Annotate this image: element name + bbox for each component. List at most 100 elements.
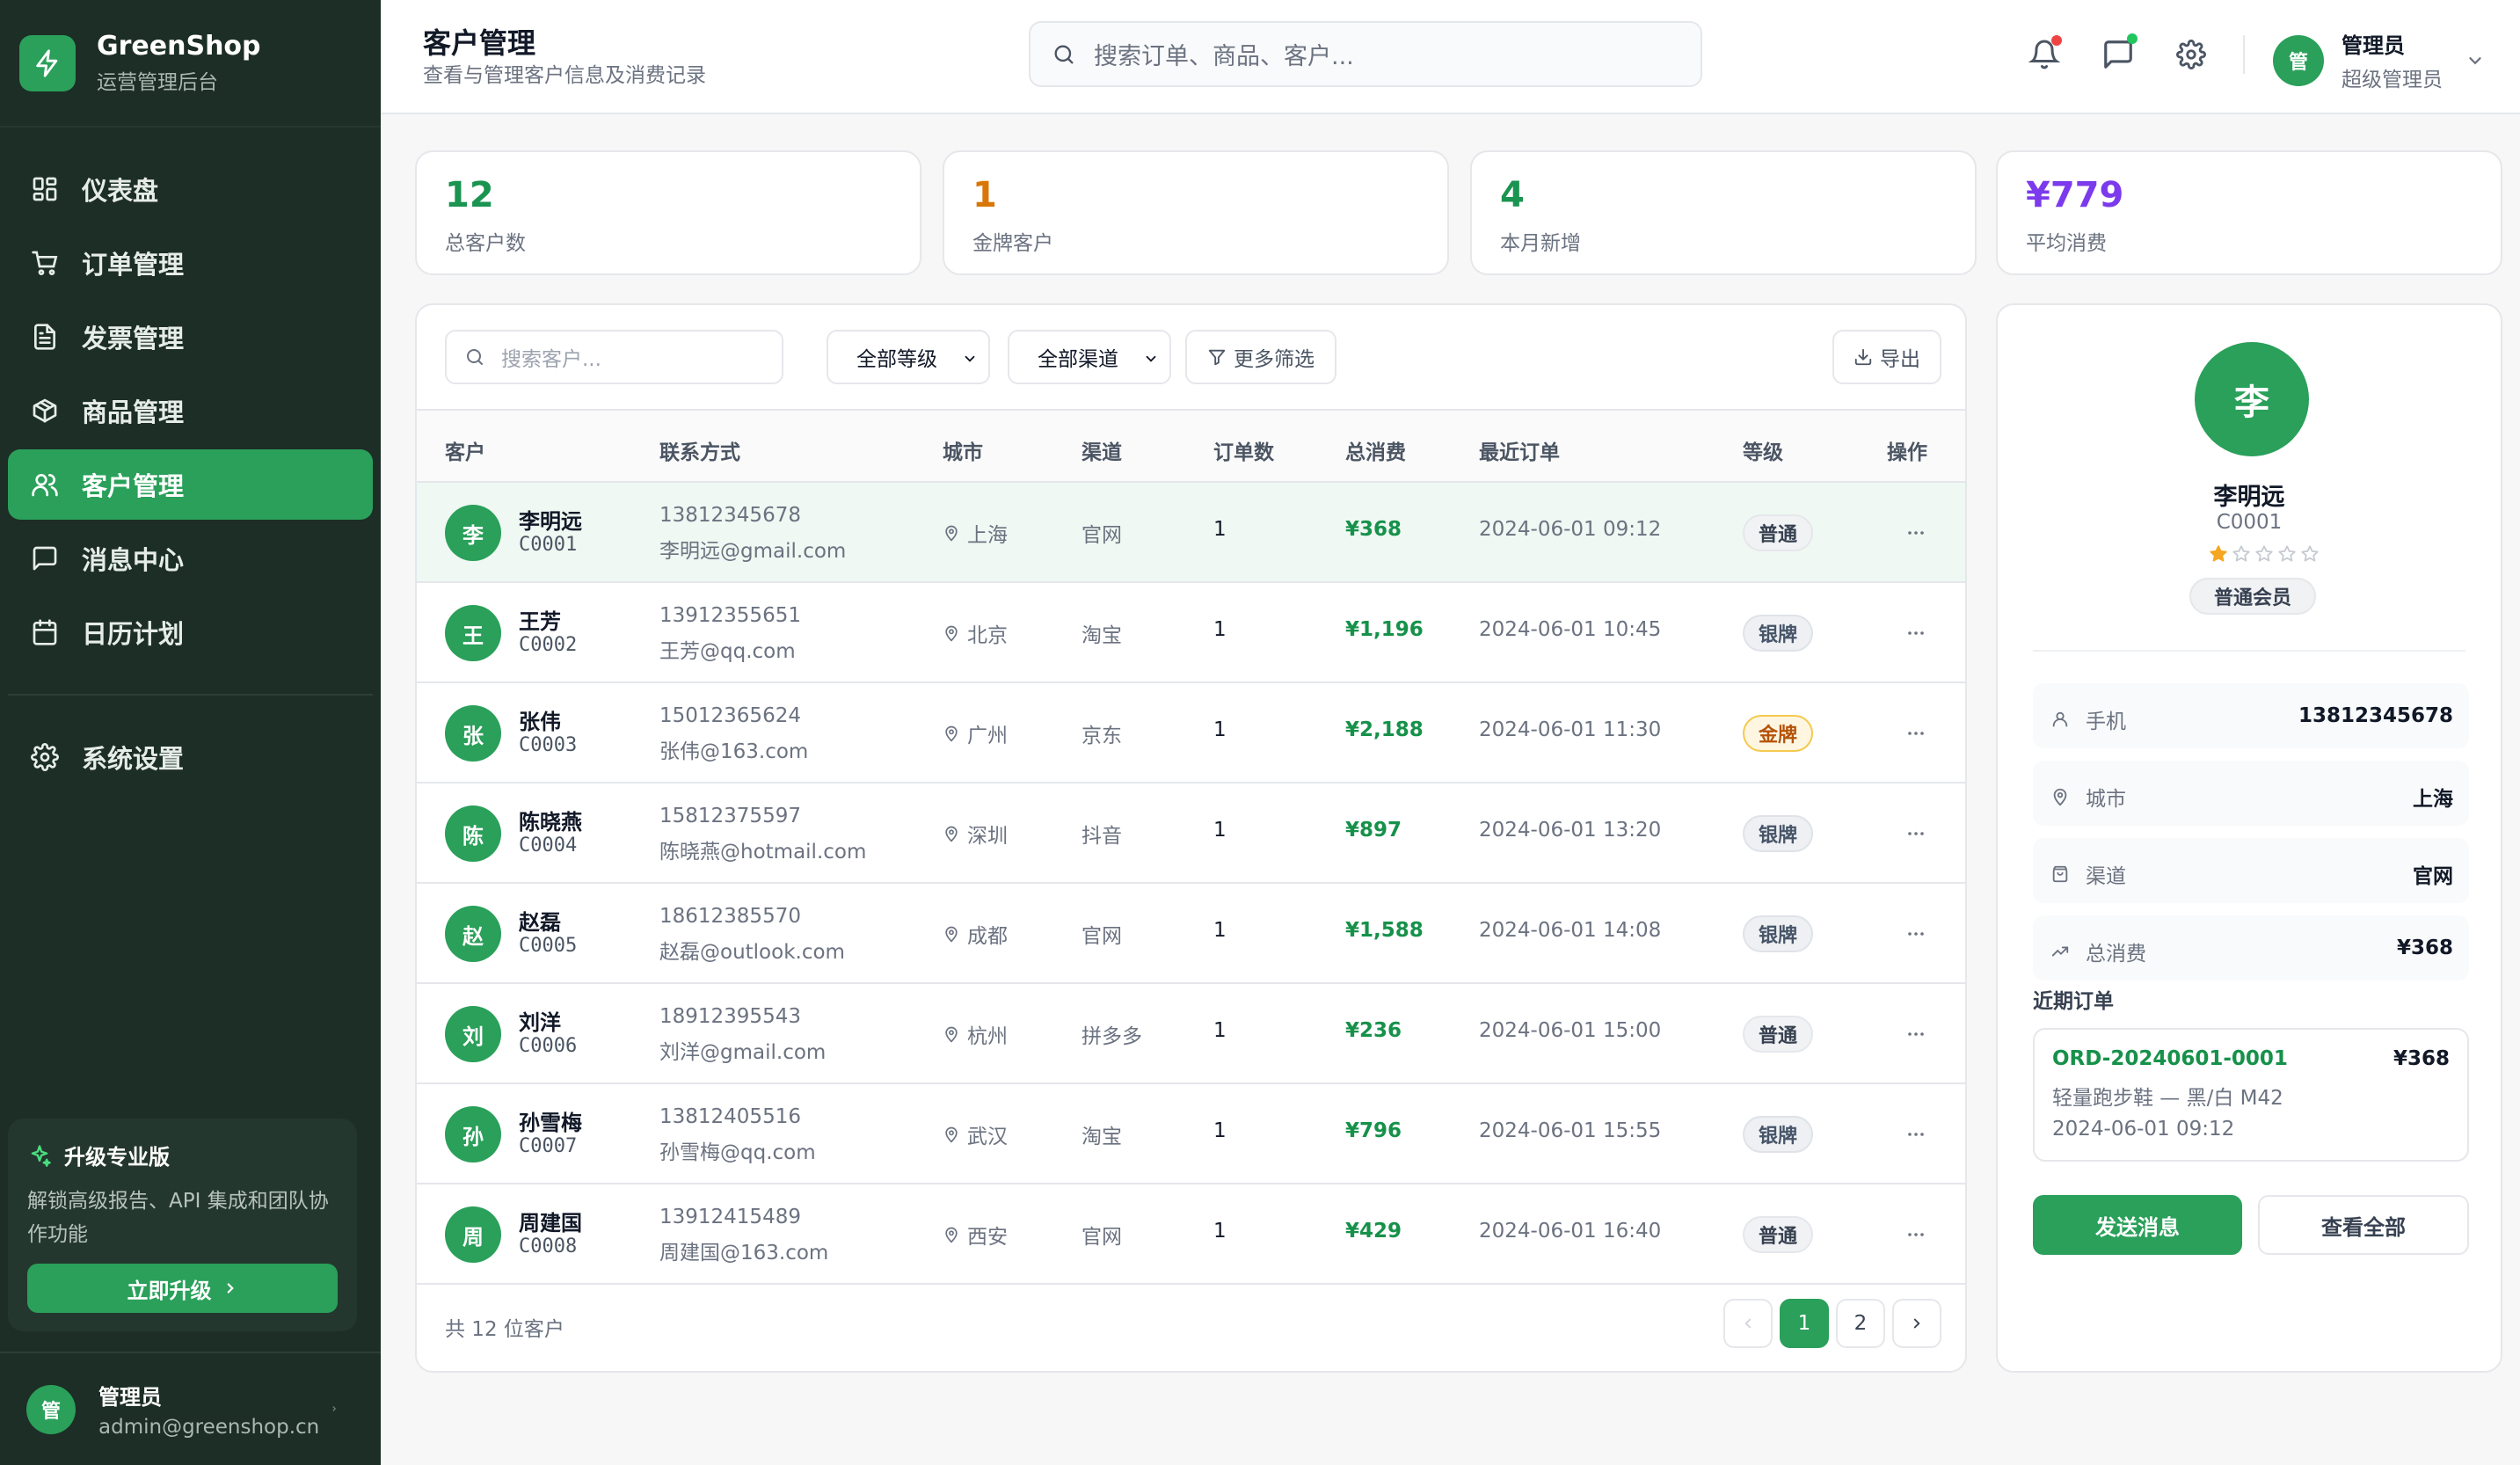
export-button[interactable]: 导出 bbox=[1832, 330, 1941, 384]
column-header-last-order[interactable]: 最近订单 bbox=[1479, 435, 1560, 465]
table-row[interactable]: 刘刘洋 C0006 18912395543 刘洋@gmail.com 杭州 拼多多 1 ¥23… bbox=[417, 984, 1965, 1084]
customer-phone: 13912355651 bbox=[659, 604, 801, 627]
order-date: 2024-06-01 09:12 bbox=[2052, 1118, 2235, 1141]
column-header-city[interactable]: 城市 bbox=[943, 435, 983, 465]
customer-order-count: 1 bbox=[1213, 919, 1227, 942]
channel-select-value: 全部渠道 bbox=[1038, 348, 1118, 371]
column-header-level[interactable]: 等级 bbox=[1743, 435, 1783, 465]
dashboard-icon bbox=[29, 173, 61, 205]
location-icon bbox=[943, 725, 967, 742]
more-actions-icon[interactable] bbox=[1903, 1221, 1929, 1248]
sidebar: GreenShop 运营管理后台 仪表盘 订单管理 发票管理 商品管理 客户管理… bbox=[0, 0, 381, 1465]
customer-name: 陈晓燕 bbox=[519, 810, 582, 835]
customer-email: 陈晓燕@hotmail.com bbox=[659, 841, 867, 864]
pagination-page-2[interactable]: 2 bbox=[1836, 1299, 1885, 1348]
stat-card-total: 12 总客户数 bbox=[415, 150, 921, 275]
customer-phone: 15812375597 bbox=[659, 805, 801, 827]
more-actions-icon[interactable] bbox=[1903, 820, 1929, 847]
more-filters-button[interactable]: 更多筛选 bbox=[1185, 330, 1336, 384]
location-icon bbox=[943, 1025, 967, 1043]
send-message-button[interactable]: 发送消息 bbox=[2033, 1195, 2242, 1255]
pagination-prev-button[interactable] bbox=[1723, 1299, 1773, 1348]
level-select[interactable]: 全部等级 bbox=[827, 330, 990, 384]
avatar: 管 bbox=[26, 1384, 76, 1434]
column-header-channel[interactable]: 渠道 bbox=[1082, 435, 1122, 465]
nav-item-orders[interactable]: 订单管理 bbox=[8, 228, 373, 298]
star-filled-icon bbox=[2209, 544, 2232, 564]
message-icon[interactable] bbox=[2101, 33, 2138, 72]
user-icon bbox=[2050, 710, 2086, 729]
sidebar-user[interactable]: 管 管理员 admin@greenshop.cn bbox=[0, 1352, 381, 1465]
table-row[interactable]: 陈陈晓燕 C0004 15812375597 陈晓燕@hotmail.com 深圳 抖音 1… bbox=[417, 784, 1965, 884]
nav-item-calendar[interactable]: 日历计划 bbox=[8, 597, 373, 667]
nav-item-dashboard[interactable]: 仪表盘 bbox=[8, 154, 373, 224]
cart-icon bbox=[29, 247, 61, 279]
customer-channel: 淘宝 bbox=[1082, 624, 1122, 647]
table-row[interactable]: 王王芳 C0002 13912355651 王芳@qq.com 北京 淘宝 1 ¥1,196 2… bbox=[417, 583, 1965, 683]
nav-item-messages[interactable]: 消息中心 bbox=[8, 523, 373, 594]
bell-icon[interactable] bbox=[2027, 35, 2062, 72]
column-header-actions: 操作 bbox=[1887, 441, 1927, 464]
level-badge: 银牌 bbox=[1743, 1116, 1814, 1153]
location-icon bbox=[943, 1126, 967, 1143]
star-empty-icon bbox=[2300, 544, 2323, 564]
column-header-total[interactable]: 总消费 bbox=[1345, 435, 1406, 465]
table-row[interactable]: 周周建国 C0008 13912415489 周建国@163.com 西安 官网 1 ¥429… bbox=[417, 1184, 1965, 1285]
more-actions-icon[interactable] bbox=[1903, 1021, 1929, 1047]
user-role: 超级管理员 bbox=[2342, 69, 2443, 91]
channel-select[interactable]: 全部渠道 bbox=[1008, 330, 1171, 384]
city-label: 西安 bbox=[967, 1226, 1008, 1249]
pagination-next-button[interactable] bbox=[1892, 1299, 1941, 1348]
field-value: 13812345678 bbox=[2298, 704, 2453, 727]
brand[interactable]: GreenShop 运营管理后台 bbox=[0, 0, 381, 128]
message-dot bbox=[2127, 33, 2138, 44]
nav-item-invoices[interactable]: 发票管理 bbox=[8, 302, 373, 372]
more-actions-icon[interactable] bbox=[1903, 1121, 1929, 1148]
nav-item-products[interactable]: 商品管理 bbox=[8, 375, 373, 446]
location-icon bbox=[943, 1226, 967, 1243]
table-row[interactable]: 赵赵磊 C0005 18612385570 赵磊@outlook.com 成都 官网 1 ¥1… bbox=[417, 884, 1965, 984]
column-header-orders[interactable]: 订单数 bbox=[1213, 435, 1274, 465]
table-count: 共 12 位客户 bbox=[445, 1318, 564, 1341]
nav-item-customers[interactable]: 客户管理 bbox=[8, 449, 373, 520]
box-icon bbox=[29, 395, 61, 426]
location-icon bbox=[2050, 787, 2086, 806]
more-actions-icon[interactable] bbox=[1903, 620, 1929, 646]
stat-label: 金牌客户 bbox=[972, 232, 1053, 255]
recent-order-card[interactable]: ORD-20240601-0001 ¥368 轻量跑步鞋 — 黑/白 M42 2… bbox=[2033, 1028, 2469, 1162]
customer-search-input[interactable]: 搜索客户... bbox=[445, 330, 783, 384]
column-header-contact[interactable]: 联系方式 bbox=[659, 435, 740, 465]
gear-icon[interactable] bbox=[2174, 37, 2209, 72]
customer-phone: 13912415489 bbox=[659, 1206, 801, 1228]
header-user-menu[interactable]: 管 管理员 超级管理员 bbox=[2273, 28, 2485, 92]
avatar: 孙 bbox=[445, 1106, 501, 1163]
table-row[interactable]: 孙孙雪梅 C0007 13812405516 孙雪梅@qq.com 武汉 淘宝 1 ¥796 2… bbox=[417, 1084, 1965, 1184]
more-actions-icon[interactable] bbox=[1903, 720, 1929, 747]
more-actions-icon[interactable] bbox=[1903, 520, 1929, 546]
top-header: 客户管理 查看与管理客户信息及消费记录 搜索订单、商品、客户... 管 管理员 … bbox=[381, 0, 2520, 114]
more-actions-icon[interactable] bbox=[1903, 921, 1929, 947]
upgrade-button[interactable]: 立即升级 bbox=[27, 1264, 338, 1313]
stat-value: 4 bbox=[1500, 175, 1525, 215]
customer-total: ¥796 bbox=[1345, 1119, 1402, 1142]
customer-city: 武汉 bbox=[943, 1119, 1008, 1149]
pagination-page-1[interactable]: 1 bbox=[1780, 1299, 1829, 1348]
customer-channel: 官网 bbox=[1082, 524, 1122, 547]
detail-field-channel: 渠道 官网 bbox=[2033, 838, 2469, 903]
nav-item-settings[interactable]: 系统设置 bbox=[8, 722, 373, 792]
global-search-input[interactable]: 搜索订单、商品、客户... bbox=[1029, 21, 1702, 87]
field-value: 上海 bbox=[2413, 788, 2453, 811]
city-label: 成都 bbox=[967, 925, 1008, 948]
chevron-down-icon bbox=[2465, 51, 2485, 70]
search-icon bbox=[1052, 42, 1076, 67]
table-row[interactable]: 张张伟 C0003 15012365624 张伟@163.com 广州 京东 1 ¥2,188… bbox=[417, 683, 1965, 784]
rating-stars bbox=[2209, 544, 2323, 564]
city-label: 杭州 bbox=[967, 1025, 1008, 1048]
chevron-right-icon[interactable] bbox=[330, 1404, 339, 1413]
customer-id: C0004 bbox=[519, 835, 578, 856]
view-all-button[interactable]: 查看全部 bbox=[2258, 1195, 2469, 1255]
customer-name: 王芳 bbox=[519, 609, 561, 634]
table-row[interactable]: 李李明远 C0001 13812345678 李明远@gmail.com 上海 官网 1 ¥3… bbox=[417, 483, 1965, 583]
column-header-customer[interactable]: 客户 bbox=[445, 435, 485, 465]
users-icon bbox=[29, 469, 61, 500]
